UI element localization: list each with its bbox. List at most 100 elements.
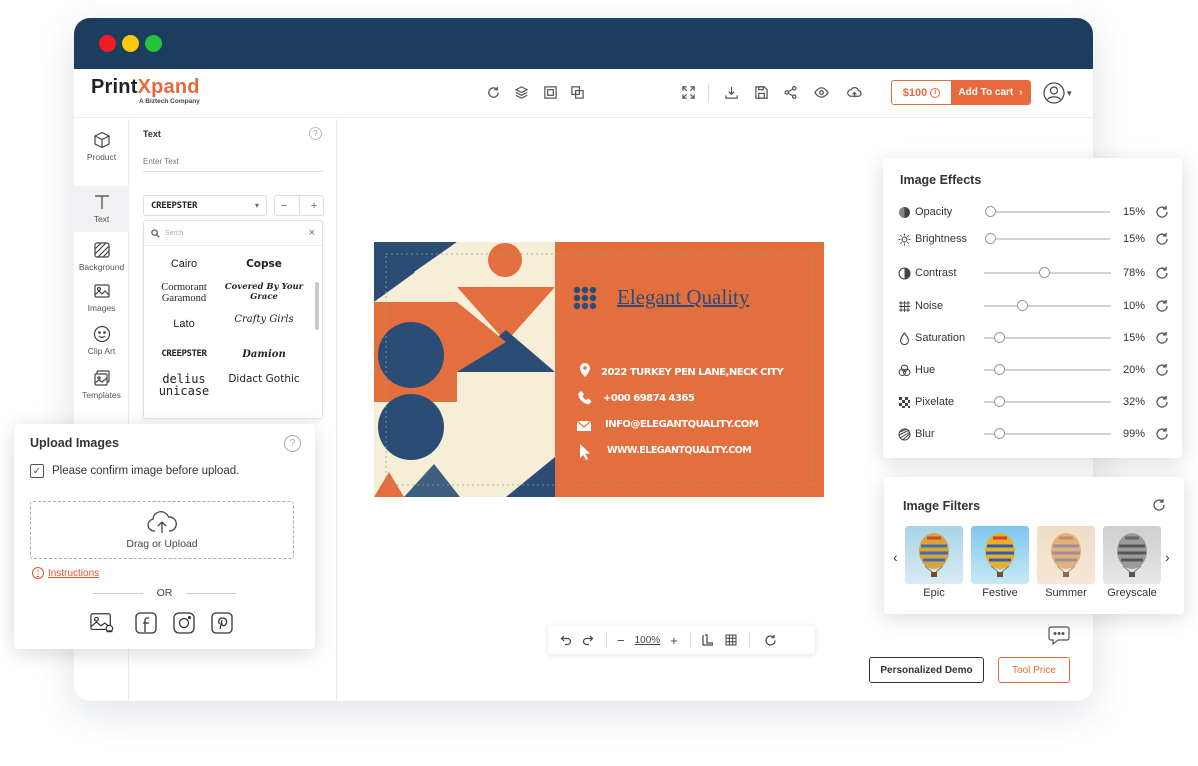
font-option[interactable]: Covered By Your Grace — [224, 282, 304, 302]
effect-slider[interactable] — [984, 428, 1111, 439]
filter-thumb-summer[interactable] — [1037, 526, 1095, 584]
reset-icon[interactable] — [1152, 498, 1166, 517]
font-option[interactable]: Crafty Girls — [224, 314, 304, 325]
sidebar-item-product[interactable]: Product — [74, 131, 129, 162]
reset-icon[interactable] — [1155, 266, 1169, 280]
slider-handle[interactable] — [994, 428, 1005, 439]
card-address[interactable]: 2022 TURKEY PEN LANE,NECK CITY — [601, 367, 784, 378]
gallery-icon[interactable] — [90, 611, 114, 635]
layers-icon[interactable] — [512, 83, 530, 101]
card-title[interactable]: Elegant Quality — [617, 285, 749, 310]
refresh-icon[interactable] — [484, 83, 502, 101]
maximize-window-button[interactable] — [145, 35, 162, 52]
slider-handle[interactable] — [994, 364, 1005, 375]
card-website[interactable]: WWW.ELEGANTQUALITY.COM — [607, 445, 752, 456]
info-icon[interactable]: i — [930, 87, 941, 98]
font-select[interactable]: CREEPSTER ▾ — [143, 195, 267, 216]
help-icon[interactable]: ? — [284, 435, 301, 452]
text-panel-label: Text — [143, 129, 161, 139]
add-to-cart-button[interactable]: Add To cart › — [951, 81, 1030, 104]
zoom-in-button[interactable]: + — [670, 633, 678, 648]
effect-slider[interactable] — [984, 267, 1111, 278]
filter-thumb-greyscale[interactable] — [1103, 526, 1161, 584]
slider-handle[interactable] — [985, 233, 996, 244]
close-icon[interactable]: × — [309, 227, 315, 239]
reset-icon[interactable] — [1155, 205, 1169, 219]
tool-price-button[interactable]: Tool Price — [998, 657, 1070, 683]
image-filters-title: Image Filters — [903, 499, 981, 513]
reset-icon[interactable] — [1155, 232, 1169, 246]
font-size-stepper[interactable]: − + — [274, 195, 324, 216]
pinterest-icon[interactable] — [210, 611, 234, 635]
slider-handle[interactable] — [985, 206, 996, 217]
slider-handle[interactable] — [1017, 300, 1028, 311]
font-option[interactable]: Didact Gothic — [224, 374, 304, 385]
chevron-left-icon[interactable]: ‹ — [893, 549, 898, 565]
sidebar-item-images[interactable]: Images — [74, 282, 129, 313]
effect-slider[interactable] — [985, 233, 1110, 244]
font-option[interactable]: Damion — [224, 349, 304, 360]
checkbox[interactable]: ✓ — [30, 464, 44, 478]
effect-slider[interactable] — [984, 300, 1111, 311]
minimize-window-button[interactable] — [122, 35, 139, 52]
instagram-icon[interactable] — [172, 611, 196, 635]
download-icon[interactable] — [722, 83, 740, 101]
help-icon[interactable]: ? — [309, 127, 322, 140]
filter-thumb-festive[interactable] — [971, 526, 1029, 584]
save-icon[interactable] — [752, 83, 770, 101]
stepper-plus-button[interactable]: + — [311, 200, 317, 212]
image-swap-icon[interactable] — [541, 83, 559, 101]
facebook-icon[interactable] — [134, 611, 158, 635]
personalized-demo-button[interactable]: Personalized Demo — [869, 657, 984, 683]
reset-icon[interactable] — [1155, 395, 1169, 409]
slider-handle[interactable] — [994, 396, 1005, 407]
text-input[interactable] — [143, 152, 323, 172]
ruler-icon[interactable] — [701, 634, 713, 646]
zoom-out-button[interactable]: − — [617, 633, 625, 648]
sidebar-item-clipart[interactable]: Clip Art — [74, 325, 129, 356]
duplicate-icon[interactable] — [568, 83, 586, 101]
font-option[interactable]: Lato — [144, 319, 224, 330]
font-option[interactable]: Cairo — [144, 259, 224, 270]
reset-icon[interactable] — [764, 634, 777, 647]
reset-icon[interactable] — [1155, 427, 1169, 441]
zoom-level[interactable]: 100% — [635, 635, 661, 646]
effect-slider[interactable] — [984, 332, 1111, 343]
undo-icon[interactable] — [560, 634, 572, 646]
font-option[interactable]: Cormorant Garamond — [144, 282, 224, 304]
upload-dropzone[interactable]: Drag or Upload — [30, 501, 294, 559]
stepper-minus-button[interactable]: − — [281, 200, 287, 212]
card-phone[interactable]: +000 69874 4365 — [603, 393, 695, 404]
confirm-upload-checkbox[interactable]: ✓ Please confirm image before upload. — [30, 464, 239, 478]
slider-handle[interactable] — [1039, 267, 1050, 278]
effect-slider[interactable] — [984, 396, 1111, 407]
reset-icon[interactable] — [1155, 363, 1169, 377]
close-window-button[interactable] — [99, 35, 116, 52]
font-search[interactable]: Serch × — [144, 221, 322, 246]
sidebar-item-background[interactable]: Background — [74, 241, 129, 272]
sidebar-item-templates[interactable]: Templates — [74, 369, 129, 400]
reset-icon[interactable] — [1155, 331, 1169, 345]
effect-slider[interactable] — [985, 206, 1110, 217]
instructions-link[interactable]: ! Instructions — [32, 567, 99, 579]
effect-slider[interactable] — [984, 364, 1111, 375]
grid-icon[interactable] — [725, 634, 737, 646]
reset-icon[interactable] — [1155, 299, 1169, 313]
share-icon[interactable] — [781, 83, 799, 101]
card-email[interactable]: INFO@ELEGANTQUALITY.COM — [605, 419, 759, 430]
business-card[interactable]: Elegant Quality 2022 TURKEY PEN LANE,NEC… — [374, 242, 824, 497]
cloud-icon[interactable] — [845, 83, 863, 101]
filter-thumb-epic[interactable] — [905, 526, 963, 584]
font-option[interactable]: CREEPSTER — [144, 349, 224, 360]
fullscreen-icon[interactable] — [679, 83, 697, 101]
user-menu[interactable]: ▾ — [1043, 82, 1072, 104]
redo-icon[interactable] — [582, 634, 594, 646]
font-option[interactable]: Delius Unicase — [144, 373, 224, 397]
chevron-right-icon[interactable]: › — [1165, 549, 1170, 565]
preview-icon[interactable] — [812, 83, 830, 101]
chat-icon[interactable] — [1047, 624, 1071, 651]
sidebar-item-text[interactable]: Text — [74, 186, 129, 232]
font-option[interactable]: Copse — [224, 259, 304, 270]
font-list-scrollbar[interactable] — [315, 282, 319, 330]
slider-handle[interactable] — [994, 332, 1005, 343]
